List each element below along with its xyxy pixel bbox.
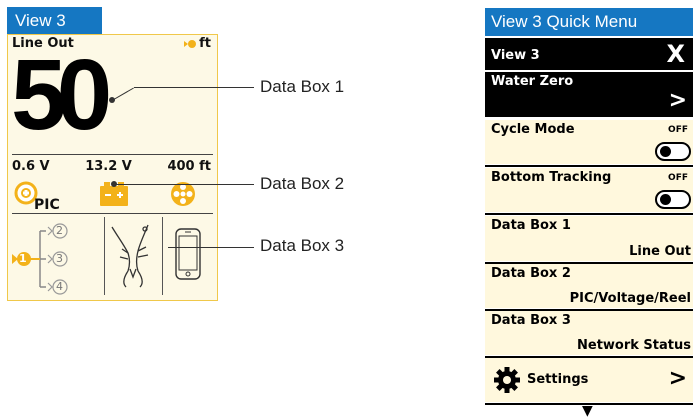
data-box-2-value: PIC/Voltage/Reel	[569, 291, 691, 306]
bottom-tracking-label: Bottom Tracking	[491, 170, 612, 185]
view-title-tab: View 3	[7, 7, 102, 34]
eagle-icon	[111, 224, 149, 288]
bottom-tracking-state: OFF	[668, 173, 688, 183]
data-box-1-value: Line Out	[629, 244, 691, 259]
reel-distance: 400 ft	[167, 159, 211, 174]
scroll-down-icon[interactable]: ▼	[582, 403, 593, 419]
data-box-3-label: Data Box 3	[491, 313, 571, 328]
unit-label: ft	[199, 36, 211, 51]
callout-data-box-3: Data Box 3	[260, 236, 345, 255]
channel-1-label: 1	[19, 252, 27, 265]
pic-voltage-reel-row: 0.6 V 13.2 V 400 ft	[12, 159, 211, 174]
view-label: View 3	[491, 48, 540, 63]
divider	[162, 217, 163, 295]
cycle-mode-label: Cycle Mode	[491, 122, 575, 137]
cycle-mode-state: OFF	[668, 125, 688, 135]
divider	[104, 217, 105, 295]
data-box-3-value: Network Status	[577, 338, 691, 353]
menu-item-bottom-tracking[interactable]: Bottom Tracking OFF	[485, 168, 693, 212]
divider	[485, 213, 693, 215]
channel-3-label: 3	[56, 252, 63, 265]
callout-line-3	[168, 247, 254, 248]
channel-2-label: 2	[56, 224, 63, 237]
data-box-1-label: Data Box 1	[491, 218, 571, 233]
gear-icon	[494, 367, 520, 393]
device-screen: Line Out ft 50 0.6 V 13.2 V 400 ft PIC 1…	[7, 34, 218, 301]
quick-menu-title: View 3 Quick Menu	[485, 8, 693, 36]
menu-item-data-box-1[interactable]: Data Box 1 Line Out	[485, 216, 693, 261]
data-box-2-label: Data Box 2	[491, 266, 571, 281]
close-icon[interactable]: X	[666, 40, 685, 68]
menu-item-view[interactable]: View 3 X	[485, 38, 693, 70]
divider	[12, 154, 213, 155]
bottom-tracking-toggle[interactable]	[655, 190, 691, 209]
pic-voltage: 0.6 V	[12, 159, 50, 174]
chevron-right-icon: >	[668, 88, 687, 113]
channel-4-label: 4	[56, 280, 63, 293]
cycle-mode-toggle[interactable]	[655, 142, 691, 161]
toggle-knob	[660, 146, 671, 157]
menu-item-data-box-3[interactable]: Data Box 3 Network Status	[485, 311, 693, 355]
chevron-right-icon: >	[668, 366, 687, 391]
settings-label: Settings	[527, 372, 589, 387]
divider	[12, 213, 213, 214]
callout-data-box-2: Data Box 2	[260, 174, 345, 193]
menu-item-data-box-2[interactable]: Data Box 2 PIC/Voltage/Reel	[485, 264, 693, 308]
fish-marker-icon	[184, 39, 197, 48]
pic-label: PIC	[34, 197, 60, 213]
callout-line-1b	[134, 87, 254, 88]
phone-icon	[175, 228, 201, 280]
callout-line-2	[114, 184, 254, 185]
toggle-knob	[660, 194, 671, 205]
line-out-value: 50	[11, 39, 112, 151]
unit-indicator: ft	[183, 36, 211, 51]
menu-item-water-zero[interactable]: Water Zero >	[485, 72, 693, 117]
water-zero-label: Water Zero	[491, 74, 574, 89]
menu-item-settings[interactable]: Settings >	[485, 358, 693, 402]
callout-data-box-1: Data Box 1	[260, 77, 345, 96]
menu-item-cycle-mode[interactable]: Cycle Mode OFF	[485, 120, 693, 164]
battery-voltage: 13.2 V	[85, 159, 132, 174]
divider	[485, 165, 693, 167]
